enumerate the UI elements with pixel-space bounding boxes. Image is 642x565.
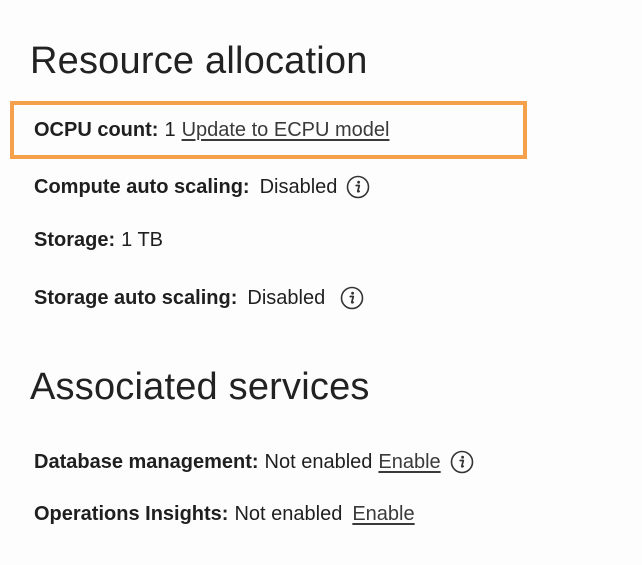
ocpu-count-value: 1 xyxy=(164,119,176,141)
info-icon[interactable] xyxy=(339,285,365,311)
operations-insights-enable-link[interactable]: Enable xyxy=(352,502,414,526)
info-icon[interactable] xyxy=(449,449,475,475)
resource-allocation-heading: Resource allocation xyxy=(30,40,368,82)
operations-insights-value: Not enabled xyxy=(234,503,343,525)
database-management-enable-link[interactable]: Enable xyxy=(378,450,440,474)
database-management-row: Database management: Not enabled Enable xyxy=(34,449,475,475)
details-panel: Resource allocation OCPU count: 1 Update… xyxy=(0,0,642,565)
storage-auto-scaling-value: Disabled xyxy=(247,287,326,309)
database-management-value: Not enabled xyxy=(264,451,373,473)
associated-services-heading: Associated services xyxy=(30,366,370,408)
storage-auto-scaling-label: Storage auto scaling: xyxy=(34,287,238,309)
compute-auto-scaling-value: Disabled xyxy=(259,176,338,198)
storage-auto-scaling-row: Storage auto scaling: Disabled xyxy=(34,285,365,311)
ocpu-count-row: OCPU count: 1 Update to ECPU model xyxy=(34,118,389,142)
compute-auto-scaling-label: Compute auto scaling: xyxy=(34,176,250,198)
database-management-label: Database management: xyxy=(34,451,259,473)
update-to-ecpu-link[interactable]: Update to ECPU model xyxy=(182,118,390,142)
info-icon[interactable] xyxy=(345,174,371,200)
storage-row: Storage: 1 TB xyxy=(34,228,163,252)
compute-auto-scaling-row: Compute auto scaling: Disabled xyxy=(34,174,371,200)
storage-value: 1 TB xyxy=(121,229,163,251)
operations-insights-row: Operations Insights: Not enabled Enable xyxy=(34,502,415,526)
operations-insights-label: Operations Insights: xyxy=(34,503,229,525)
storage-label: Storage: xyxy=(34,229,116,251)
ocpu-count-label: OCPU count: xyxy=(34,119,159,141)
